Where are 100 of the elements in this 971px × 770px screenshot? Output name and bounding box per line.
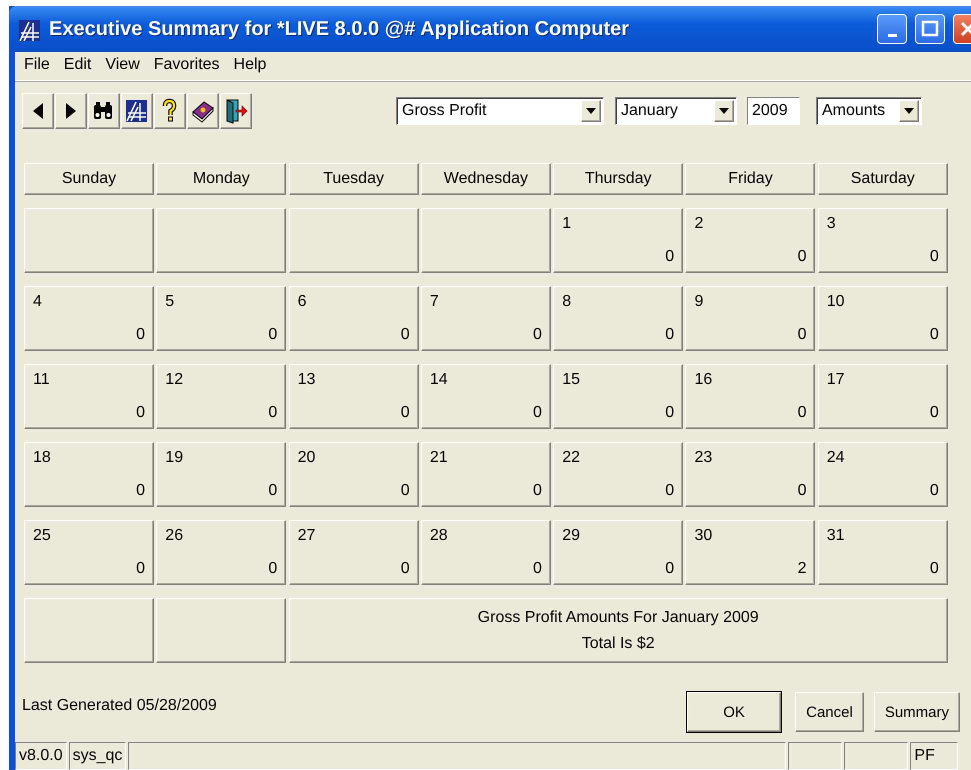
- toolbar-button[interactable]: [88, 93, 120, 129]
- day-number: 15: [562, 371, 581, 389]
- day-amount: 0: [665, 560, 674, 578]
- day-number: 28: [430, 527, 449, 545]
- day-number: 20: [298, 449, 316, 467]
- day-number: 8: [562, 293, 572, 311]
- app-logo-icon: [17, 17, 41, 41]
- status-field: PF: [910, 742, 958, 770]
- left-arrow-icon: [33, 103, 43, 119]
- day-number: 13: [298, 371, 316, 389]
- day-amount: 0: [136, 560, 145, 578]
- day-amount: 0: [930, 404, 939, 422]
- day-number: 30: [694, 527, 714, 545]
- menu-item[interactable]: Help: [226, 54, 274, 76]
- day-amount: 0: [136, 326, 145, 344]
- day-number: 2: [694, 215, 704, 233]
- day-amount: 0: [532, 326, 542, 344]
- day-amount: 0: [798, 248, 806, 266]
- day-amount: 0: [268, 560, 278, 578]
- status-field: sys_qc: [68, 742, 126, 770]
- day-number: 11: [33, 371, 51, 389]
- day-number: 14: [430, 371, 449, 389]
- toolbar-button[interactable]: [22, 93, 54, 129]
- day-amount: 0: [665, 404, 674, 422]
- day-amount: 2: [798, 560, 806, 578]
- day-amount: 0: [798, 482, 806, 500]
- day-number: 5: [165, 293, 176, 311]
- day-amount: 0: [400, 560, 410, 578]
- dialog-button[interactable]: Summary: [874, 692, 960, 732]
- day-amount: 0: [400, 404, 410, 422]
- day-number: 19: [165, 449, 184, 467]
- status-pane: [788, 742, 842, 770]
- dialog-button[interactable]: OK: [687, 692, 782, 732]
- weekday-header: Wednesday: [420, 163, 551, 195]
- day-amount: 0: [665, 326, 674, 344]
- day-number: 24: [826, 449, 846, 467]
- day-amount: 0: [665, 248, 674, 266]
- dialog-button[interactable]: Cancel: [795, 692, 864, 732]
- day-amount: 0: [532, 404, 542, 422]
- day-number: 1: [562, 215, 572, 233]
- day-number: 18: [33, 449, 52, 467]
- weekday-header: Saturday: [818, 163, 948, 195]
- toolbar-button[interactable]: [187, 93, 219, 129]
- day-number: 27: [298, 527, 316, 545]
- mode-dropdown[interactable]: Amounts: [816, 97, 922, 125]
- window-title: Executive Summary for *LIVE 8.0.0 @# Application Computer: [49, 18, 630, 40]
- app-logo-icon: [124, 97, 150, 125]
- summary-text: Gross Profit Amounts For January 2009: [478, 608, 759, 626]
- toolbar-button[interactable]: [220, 93, 252, 129]
- day-number: 4: [33, 293, 43, 311]
- weekday-header: Tuesday: [288, 163, 419, 195]
- day-number: 29: [562, 527, 581, 545]
- day-amount: 0: [798, 404, 806, 422]
- right-arrow-icon: [66, 103, 76, 119]
- day-number: 23: [694, 449, 714, 467]
- day-amount: 0: [930, 482, 939, 500]
- dropdown-arrow-icon: [719, 108, 729, 114]
- minimize-icon: [888, 34, 896, 36]
- year-field[interactable]: 2009: [747, 97, 800, 125]
- day-amount: 0: [136, 404, 145, 422]
- day-amount: 0: [930, 248, 939, 266]
- day-number: 12: [165, 371, 184, 389]
- dropdown-arrow-icon: [904, 108, 914, 114]
- dropdown-arrow-icon: [586, 108, 596, 114]
- maximize-button[interactable]: [915, 14, 945, 44]
- last-generated-text: Last Generated 05/28/2009: [22, 697, 218, 715]
- summary-text: Total Is $2: [582, 634, 655, 652]
- month-dropdown[interactable]: January: [615, 97, 737, 125]
- day-number: 21: [430, 449, 449, 467]
- day-number: 26: [165, 527, 184, 545]
- day-number: 31: [826, 527, 846, 545]
- toolbar-button[interactable]: [121, 93, 153, 129]
- day-number: 22: [562, 449, 581, 467]
- menu-item[interactable]: File: [17, 54, 57, 76]
- toolbar-button[interactable]: [154, 93, 186, 129]
- toolbar-button[interactable]: [55, 93, 87, 129]
- minimize-button[interactable]: [877, 14, 907, 44]
- day-amount: 0: [665, 482, 674, 500]
- day-number: 9: [694, 293, 704, 311]
- day-amount: 0: [268, 404, 278, 422]
- day-number: 16: [694, 371, 714, 389]
- weekday-header: Monday: [156, 163, 286, 195]
- measure-dropdown[interactable]: Gross Profit: [396, 97, 604, 125]
- day-amount: 0: [400, 326, 410, 344]
- day-amount: 0: [268, 482, 278, 500]
- day-amount: 0: [136, 482, 145, 500]
- day-number: 10: [826, 293, 846, 311]
- day-number: 6: [298, 293, 308, 311]
- weekday-header: Friday: [685, 163, 816, 195]
- menu-item[interactable]: Edit: [56, 54, 98, 76]
- weekday-header: Thursday: [553, 163, 684, 195]
- day-amount: 0: [268, 326, 278, 344]
- day-amount: 0: [532, 482, 542, 500]
- menu-item[interactable]: View: [98, 54, 147, 76]
- menu-item[interactable]: Favorites: [146, 54, 227, 76]
- day-number: 3: [826, 215, 837, 233]
- day-amount: 0: [532, 560, 542, 578]
- status-field: v8.0.0: [15, 742, 67, 770]
- status-pane: [844, 742, 908, 770]
- day-number: 25: [33, 527, 52, 545]
